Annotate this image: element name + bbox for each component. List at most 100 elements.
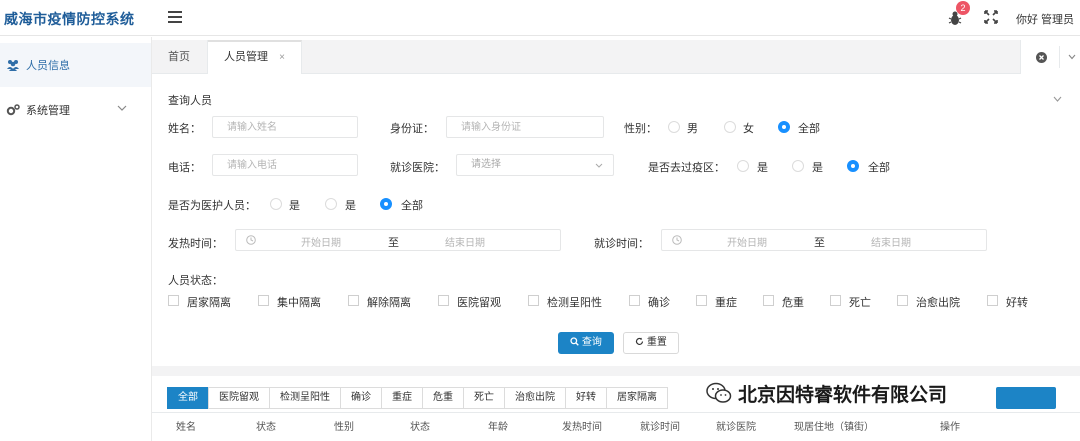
status-checkbox-home-quarantine[interactable] [168,295,179,306]
status-checkbox-critical[interactable] [763,295,774,306]
filter-tab-deceased[interactable]: 死亡 [463,387,505,409]
status-checkbox-improved[interactable] [987,295,998,306]
chevron-down-icon [595,163,603,168]
filter-tab-all[interactable]: 全部 [167,387,209,409]
status-checkbox-label: 确诊 [648,297,670,309]
chevron-down-icon[interactable] [1068,54,1076,60]
epidemic-radio-yes[interactable] [737,160,749,172]
tab-controls [1020,40,1080,74]
gender-option-label: 男 [687,123,698,135]
medical-radio-yes[interactable] [270,198,282,210]
collapse-chevron-icon[interactable] [1053,96,1062,102]
filter-tab-home-quarantine[interactable]: 居家隔离 [606,387,668,409]
status-checkbox-label: 检测呈阳性 [547,297,602,309]
menu-toggle-icon[interactable] [168,11,182,23]
table-header: 姓名 状态 性别 状态 年龄 发热时间 就诊时间 就诊医院 现居住地（镇街） 操… [152,412,1080,438]
hospital-select[interactable]: 请选择 [456,154,614,176]
status-checkbox-central-quarantine[interactable] [258,295,269,306]
medical-radio-no[interactable] [325,198,337,210]
column-header: 性别 [334,422,354,433]
sidebar: 人员信息 系统管理 [0,37,152,441]
medical-radio-all[interactable] [380,198,392,210]
query-button-label: 查询 [581,337,602,348]
status-checkbox-severe[interactable] [696,295,707,306]
fullscreen-icon[interactable] [984,10,998,24]
sidebar-item-label: 人员信息 [26,60,70,72]
gender-radio-female[interactable] [724,121,736,133]
tab-strip: 首页 人员管理 × [152,40,1080,74]
filter-tab-confirmed[interactable]: 确诊 [340,387,382,409]
name-label: 姓名： [168,123,201,135]
name-input[interactable] [212,116,358,138]
phone-label: 电话： [168,162,201,174]
filter-tab-critical[interactable]: 危重 [422,387,464,409]
column-header: 就诊时间 [640,422,680,433]
gears-icon [6,104,20,116]
column-header: 发热时间 [562,422,602,433]
status-filter-tabs: 全部 医院留观 检测呈阳性 确诊 重症 危重 死亡 治愈出院 好转 居家隔离 [167,387,668,409]
query-panel-title: 查询人员 [168,95,212,107]
top-header: 威海市疫情防控系统 2 你好 管理员 [0,0,1080,36]
query-button[interactable]: 查询 [558,332,614,354]
notification-badge: 2 [956,1,970,15]
add-person-button[interactable] [996,387,1056,409]
hospital-label: 就诊医院： [390,162,445,174]
epidemic-option-label: 是 [757,162,768,174]
idcard-input[interactable] [446,116,604,138]
chevron-down-icon [117,105,127,111]
tab-home[interactable]: 首页 [152,40,208,74]
app-title: 威海市疫情防控系统 [4,11,135,27]
column-header: 姓名 [176,422,196,433]
tab-label: 人员管理 [224,51,268,63]
epidemic-label: 是否去过疫区： [648,162,725,174]
end-date-input[interactable]: 结束日期 [445,234,485,249]
fever-time-label: 发热时间： [168,238,223,250]
reset-button[interactable]: 重置 [623,332,679,354]
column-header: 操作 [940,422,960,433]
wechat-logo-icon [706,382,732,403]
start-date-input[interactable]: 开始日期 [727,234,767,249]
status-checkbox-confirmed[interactable] [629,295,640,306]
visit-date-range[interactable]: 开始日期 至 结束日期 [661,229,987,251]
visit-time-label: 就诊时间： [594,238,649,250]
status-checkbox-released[interactable] [348,295,359,306]
refresh-icon [636,337,644,345]
close-all-tabs-icon[interactable] [1036,52,1047,63]
sidebar-item-person-info[interactable]: 人员信息 [0,43,151,87]
start-date-input[interactable]: 开始日期 [301,234,341,249]
filter-tab-severe[interactable]: 重症 [381,387,423,409]
status-checkbox-hospital-observation[interactable] [438,295,449,306]
status-checkbox-deceased[interactable] [830,295,841,306]
gender-radio-male[interactable] [668,121,680,133]
filter-tab-hospital-observation[interactable]: 医院留观 [208,387,270,409]
filter-tab-improved[interactable]: 好转 [565,387,607,409]
section-gap [152,366,1080,376]
watermark: 北京因特睿软件有限公司 [706,379,947,407]
status-checkbox-label: 好转 [1006,297,1028,309]
fever-date-range[interactable]: 开始日期 至 结束日期 [235,229,561,251]
medical-staff-label: 是否为医护人员： [168,200,256,212]
status-checkbox-label: 危重 [782,297,804,309]
gender-radio-all[interactable] [778,121,790,133]
status-checkbox-tested-positive[interactable] [528,295,539,306]
phone-input[interactable] [212,154,358,176]
sidebar-item-system-settings[interactable]: 系统管理 [0,88,151,132]
status-checkbox-label: 解除隔离 [367,297,411,309]
filter-tab-cured[interactable]: 治愈出院 [504,387,566,409]
epidemic-radio-all[interactable] [847,160,859,172]
status-checkbox-label: 医院留观 [457,297,501,309]
epidemic-option-label: 全部 [868,162,890,174]
user-greeting[interactable]: 你好 管理员 [1016,11,1074,27]
watermark-text: 北京因特睿软件有限公司 [738,384,948,406]
tab-person-management[interactable]: 人员管理 × [208,40,302,74]
person-status-label: 人员状态： [168,275,223,287]
tab-close-icon[interactable]: × [279,52,285,63]
clock-icon [246,235,256,245]
filter-tab-tested-positive[interactable]: 检测呈阳性 [269,387,341,409]
reset-button-label: 重置 [646,337,667,348]
status-checkbox-cured[interactable] [897,295,908,306]
status-checkbox-label: 重症 [715,297,737,309]
column-header: 现居住地（镇街） [794,422,874,433]
epidemic-radio-no[interactable] [792,160,804,172]
end-date-input[interactable]: 结束日期 [871,234,911,249]
